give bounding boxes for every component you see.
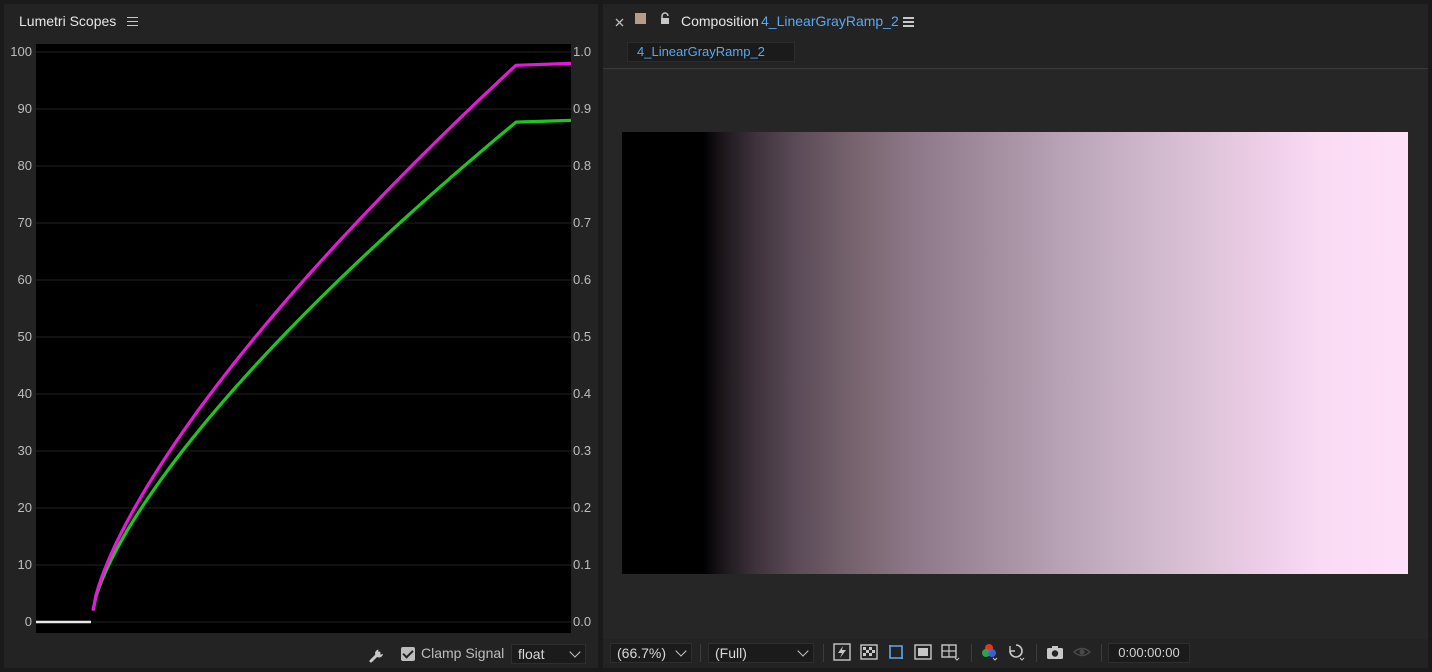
right-tick-label: 0.3 <box>573 443 592 458</box>
toolbar-divider <box>971 644 972 662</box>
channel-rgb-icon[interactable] <box>979 642 999 662</box>
right-tick-label: 0.8 <box>573 158 592 173</box>
color-label-swatch-icon[interactable] <box>635 13 646 24</box>
timecode-value: 0:00:00:00 <box>1118 645 1180 660</box>
left-tick-label: 40 <box>17 386 32 401</box>
zoom-value: (66.7%) <box>617 645 667 661</box>
composition-header: Composition 4_LinearGrayRamp_2 <box>603 4 1428 38</box>
left-tick-label: 90 <box>17 101 32 116</box>
resolution-value: (Full) <box>715 645 747 661</box>
left-tick-label: 60 <box>17 272 32 287</box>
right-tick-label: 1.0 <box>573 44 592 59</box>
right-tick-label: 0.2 <box>573 500 592 515</box>
left-tick-label: 80 <box>17 158 32 173</box>
close-icon[interactable] <box>615 14 624 27</box>
timecode-field[interactable]: 0:00:00:00 <box>1108 643 1190 663</box>
wrench-icon[interactable] <box>368 644 388 664</box>
resolution-dropdown[interactable]: (Full) <box>708 643 814 663</box>
format-dropdown[interactable]: float <box>511 644 586 664</box>
chevron-down-icon <box>675 645 687 657</box>
scopes-footer: Clamp Signal float <box>4 640 598 668</box>
right-tick-label: 0.6 <box>573 272 592 287</box>
scopes-header: Lumetri Scopes <box>4 4 598 38</box>
grid-guide-options-icon[interactable] <box>940 642 960 662</box>
reset-exposure-icon[interactable] <box>1006 642 1026 662</box>
right-tick-label: 0.7 <box>573 215 592 230</box>
lock-icon[interactable] <box>659 12 671 25</box>
clamp-signal-label: Clamp Signal <box>421 645 505 661</box>
lumetri-scopes-panel: Lumetri Scopes 100 90 80 70 60 50 40 30 20 10 0 1.… <box>4 4 598 668</box>
waveform-graph <box>36 51 572 624</box>
zoom-dropdown[interactable]: (66.7%) <box>610 643 692 663</box>
toolbar-divider <box>1101 644 1102 662</box>
linear-gray-ramp-image <box>622 132 1408 574</box>
composition-name[interactable]: 4_LinearGrayRamp_2 <box>761 13 899 29</box>
left-tick-label: 30 <box>17 443 32 458</box>
clamp-signal-checkbox[interactable] <box>401 647 415 661</box>
waveform-scope: 100 90 80 70 60 50 40 30 20 10 0 1.0 0.9 0.8 0.7 0.6 0.… <box>4 42 598 640</box>
region-of-interest-icon[interactable] <box>913 642 933 662</box>
camera-snapshot-icon[interactable] <box>1045 642 1065 662</box>
right-tick-label: 0.5 <box>573 329 592 344</box>
right-tick-label: 0.9 <box>573 101 592 116</box>
composition-menu-icon[interactable] <box>903 17 914 27</box>
composition-panel: Composition 4_LinearGrayRamp_2 4_LinearG… <box>603 4 1428 668</box>
left-tick-label: 10 <box>17 557 32 572</box>
composition-viewer[interactable] <box>603 68 1428 639</box>
chevron-down-icon <box>569 646 581 658</box>
toolbar-divider <box>823 644 824 662</box>
left-tick-label: 50 <box>17 329 32 344</box>
left-tick-label: 70 <box>17 215 32 230</box>
comp-tab[interactable]: 4_LinearGrayRamp_2 <box>627 42 795 62</box>
transparency-grid-icon[interactable] <box>859 642 879 662</box>
chevron-down-icon <box>797 645 809 657</box>
green-trace <box>91 118 572 611</box>
mask-path-visibility-icon[interactable] <box>886 642 906 662</box>
left-tick-label: 100 <box>10 44 32 59</box>
toolbar-divider <box>700 644 701 662</box>
right-tick-label: 0.0 <box>573 614 592 629</box>
format-value: float <box>518 646 545 662</box>
left-tick-label: 20 <box>17 500 32 515</box>
right-tick-label: 0.1 <box>573 557 592 572</box>
scopes-menu-icon[interactable] <box>127 16 139 26</box>
right-tick-label: 0.4 <box>573 386 592 401</box>
toolbar-divider <box>1036 644 1037 662</box>
scopes-title: Lumetri Scopes <box>19 13 117 29</box>
fast-previews-icon[interactable] <box>832 642 852 662</box>
show-snapshot-icon[interactable] <box>1072 642 1092 662</box>
composition-title: Composition <box>681 13 759 29</box>
left-tick-label: 0 <box>24 614 32 629</box>
scope-plot-area <box>36 44 572 633</box>
